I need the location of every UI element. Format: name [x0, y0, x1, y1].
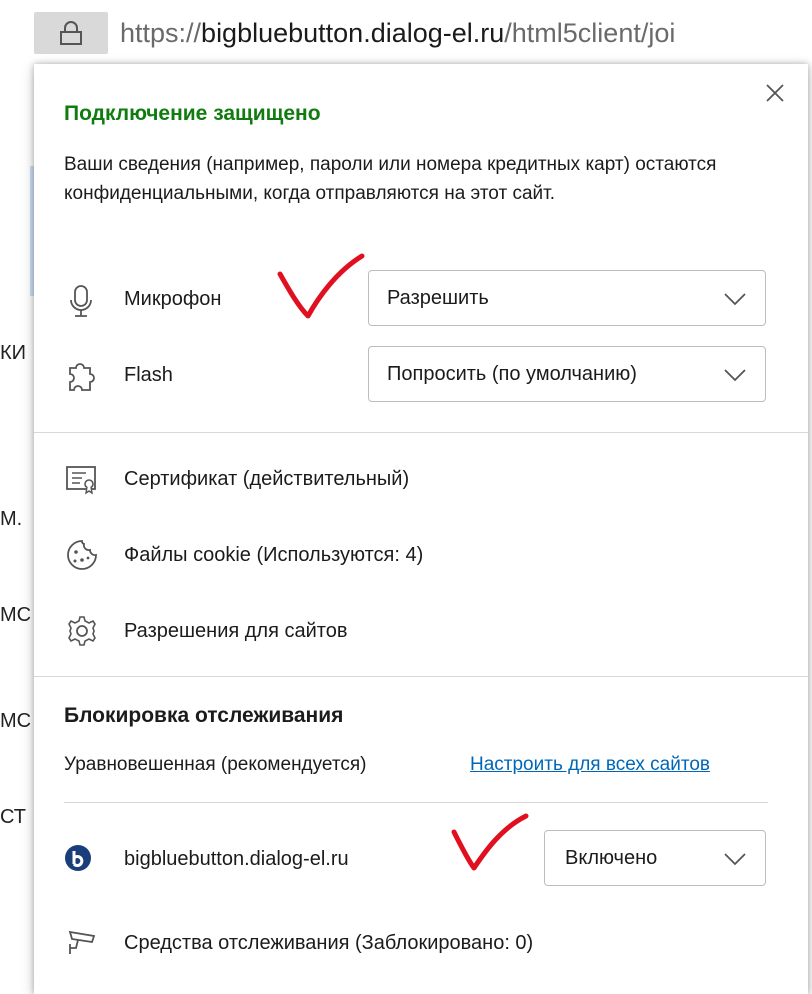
site-info-flyout: Подключение защищено Ваши сведения (напр…: [34, 64, 808, 994]
background-text-fragment: КИ: [0, 342, 27, 364]
chevron-down-icon: [724, 293, 746, 306]
section-divider: [34, 432, 808, 433]
cookie-icon: [67, 540, 97, 570]
chevron-down-icon: [724, 369, 746, 382]
site-permissions-link[interactable]: Разрешения для сайтов: [64, 612, 764, 652]
flash-permission-select[interactable]: Попросить (по умолчанию): [368, 346, 766, 402]
background-text-fragment: СТ: [0, 806, 26, 828]
url-field[interactable]: https://bigbluebutton.dialog-el.ru/html5…: [120, 12, 675, 54]
url-path: /html5client/joi: [504, 18, 676, 48]
site-tracking-select[interactable]: Включено: [544, 830, 766, 886]
tracker-camera-icon: [68, 930, 96, 954]
certificate-label: Сертификат (действительный): [124, 468, 410, 490]
close-button[interactable]: [760, 78, 790, 108]
permission-row-microphone: Микрофон Разрешить: [64, 270, 774, 330]
url-host: bigbluebutton.dialog-el.ru: [201, 18, 505, 48]
configure-all-sites-link[interactable]: Настроить для всех сайтов: [470, 754, 710, 776]
permission-label: Микрофон: [124, 288, 222, 310]
cookies-label: Файлы cookie (Используются: 4): [124, 544, 424, 566]
background-page: КИ М. МС МС СТ: [0, 66, 34, 984]
microphone-permission-select[interactable]: Разрешить: [368, 270, 766, 326]
site-domain-label: bigbluebutton.dialog-el.ru: [124, 848, 349, 870]
permission-label: Flash: [124, 364, 173, 386]
background-text-fragment: МС: [0, 710, 32, 732]
site-tracking-row: bigbluebutton.dialog-el.ru Включено: [64, 830, 774, 888]
puzzle-piece-icon: [69, 363, 95, 391]
background-text-fragment: МС: [0, 604, 32, 626]
certificate-icon: [66, 466, 96, 495]
background-text-fragment: М.: [0, 508, 23, 530]
site-info-button[interactable]: [34, 12, 108, 54]
lock-icon: [60, 21, 82, 45]
site-permissions-label: Разрешения для сайтов: [124, 620, 348, 642]
url-scheme: https://: [120, 18, 202, 48]
chevron-down-icon: [724, 853, 746, 866]
connection-secure-title: Подключение защищено: [64, 102, 321, 125]
tracking-level-text: Уравновешенная (рекомендуется): [64, 754, 367, 775]
site-favicon-icon: [65, 845, 91, 871]
close-icon: [766, 84, 784, 102]
address-bar: https://bigbluebutton.dialog-el.ru/html5…: [0, 0, 812, 66]
trackers-label: Средства отслеживания (Заблокировано: 0): [124, 932, 534, 954]
tracking-prevention-title: Блокировка отслеживания: [64, 704, 344, 727]
select-value: Разрешить: [387, 287, 489, 309]
connection-description: Ваши сведения (например, пароли или номе…: [64, 154, 717, 204]
section-divider: [64, 802, 768, 803]
microphone-icon: [70, 285, 92, 317]
certificate-link[interactable]: Сертификат (действительный): [64, 460, 764, 500]
trackers-link[interactable]: Средства отслеживания (Заблокировано: 0): [64, 924, 764, 964]
gear-icon: [68, 616, 96, 646]
section-divider: [34, 676, 808, 677]
select-value: Попросить (по умолчанию): [387, 363, 637, 385]
cookies-link[interactable]: Файлы cookie (Используются: 4): [64, 536, 764, 576]
permission-row-flash: Flash Попросить (по умолчанию): [64, 346, 774, 406]
select-value: Включено: [565, 847, 658, 869]
